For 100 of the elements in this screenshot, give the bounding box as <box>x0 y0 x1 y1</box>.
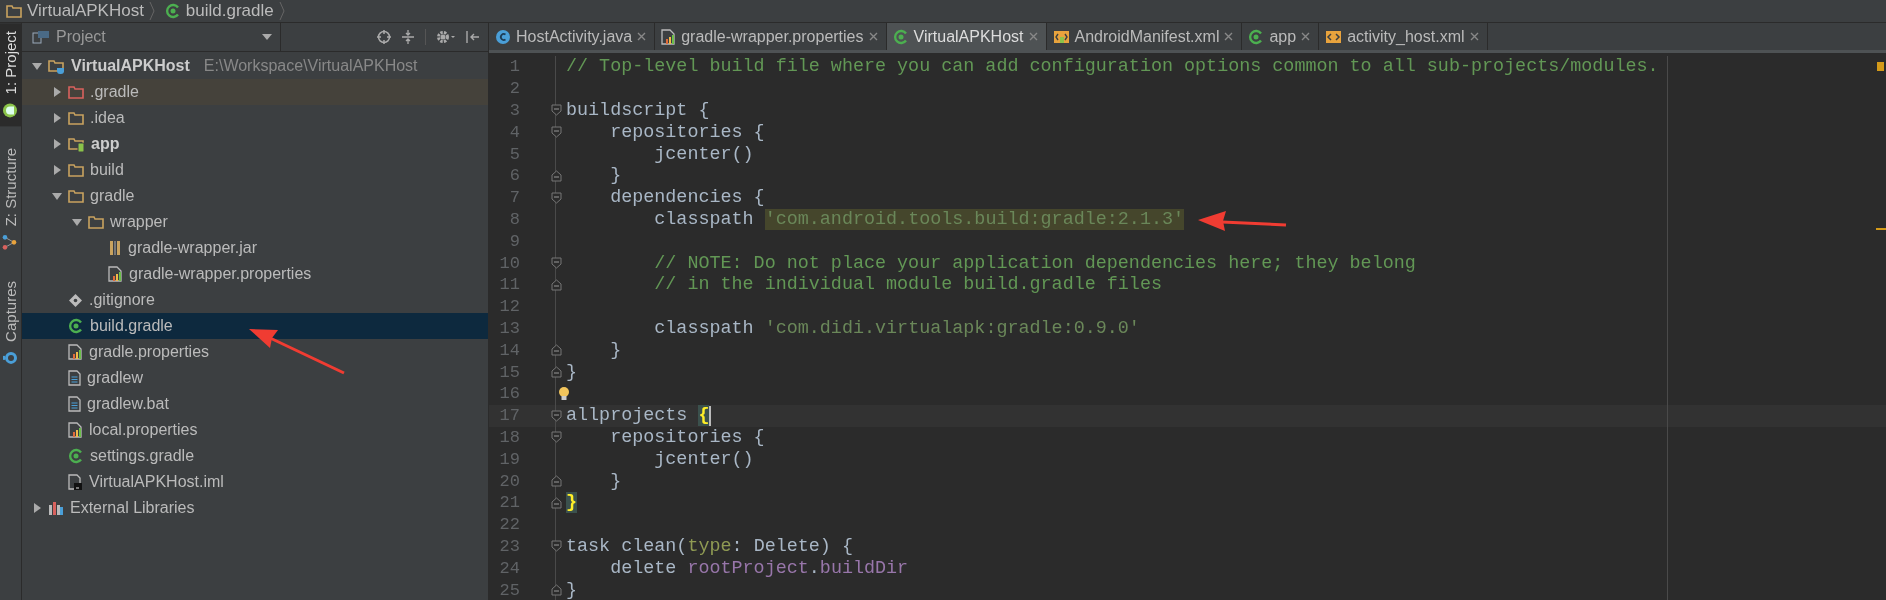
close-icon[interactable] <box>1028 32 1038 41</box>
tree-item[interactable]: gradle <box>22 183 488 209</box>
line-number: 15 <box>498 362 520 382</box>
close-icon[interactable] <box>1224 32 1234 41</box>
tree-item[interactable]: .idea <box>22 105 488 131</box>
code-line: } <box>609 165 622 187</box>
fold-icon[interactable] <box>551 104 562 117</box>
line-number: 24 <box>498 558 520 578</box>
item-label: gradlew.bat <box>87 395 169 413</box>
fold-icon[interactable] <box>551 344 562 357</box>
editor-tab[interactable]: app <box>1242 23 1320 50</box>
line-number: 6 <box>508 166 520 186</box>
breadcrumb-item[interactable]: VirtualAPKHost <box>27 1 144 21</box>
folder-icon <box>68 189 84 203</box>
tree-item[interactable]: .gitignore <box>22 287 488 313</box>
tree-item[interactable]: settings.gradle <box>22 443 488 469</box>
item-label: gradle-wrapper.properties <box>129 265 312 283</box>
android-icon <box>2 102 19 119</box>
fold-icon[interactable] <box>551 278 562 291</box>
item-label: gradle.properties <box>89 343 210 361</box>
properties-file-icon <box>68 422 83 438</box>
code-line: } <box>566 361 578 383</box>
item-label: .gradle <box>90 83 139 101</box>
item-label: gradlew <box>87 369 144 387</box>
line-number: 12 <box>498 297 520 317</box>
tree-item[interactable]: gradle-wrapper.jar <box>22 235 488 261</box>
tree-item[interactable]: wrapper <box>22 209 488 235</box>
gradle-icon <box>164 3 181 19</box>
tool-window-tab[interactable]: Z: Structure <box>0 140 21 259</box>
close-icon[interactable] <box>1301 32 1311 41</box>
editor-tab[interactable]: VirtualAPKHost <box>886 23 1047 50</box>
tree-item[interactable]: gradle-wrapper.properties <box>22 261 488 287</box>
settings-icon[interactable] <box>436 30 456 44</box>
fold-icon[interactable] <box>551 431 562 444</box>
fold-icon[interactable] <box>551 169 562 182</box>
line-number: 11 <box>498 275 520 295</box>
tree-item[interactable]: VirtualAPKHost E:\Workspace\VirtualAPKHost <box>22 53 488 79</box>
gradle-icon <box>892 28 909 45</box>
breadcrumb-item[interactable]: build.gradle <box>185 1 274 21</box>
tree-item[interactable]: gradlew <box>22 365 488 391</box>
folder-icon <box>68 163 84 177</box>
tree-item[interactable]: build.gradle <box>22 313 488 339</box>
tree-item[interactable]: gradlew.bat <box>22 391 488 417</box>
text-file-icon <box>68 396 81 412</box>
folder-icon <box>68 85 84 99</box>
fold-icon[interactable] <box>551 409 562 422</box>
line-number: 18 <box>498 427 520 447</box>
editor-tab[interactable]: HostActivity.java <box>489 23 656 50</box>
git-file-icon <box>68 292 83 308</box>
close-icon[interactable] <box>1469 32 1479 41</box>
editor-tab[interactable]: gradle-wrapper.properties <box>655 23 887 50</box>
fold-icon[interactable] <box>551 191 562 204</box>
separator-icon <box>148 2 155 20</box>
tree-item[interactable]: gradle.properties <box>22 339 488 365</box>
tool-window-tab[interactable]: Captures <box>0 272 21 374</box>
text-caret <box>709 405 712 426</box>
close-icon[interactable] <box>637 32 647 41</box>
fold-icon[interactable] <box>551 496 562 509</box>
line-number: 2 <box>508 79 520 99</box>
properties-file-icon <box>68 344 83 360</box>
target-icon[interactable] <box>377 30 391 44</box>
editor-tab[interactable]: AndroidManifest.xml <box>1046 23 1243 50</box>
line-number: 22 <box>498 515 520 535</box>
line-number: 7 <box>508 188 520 208</box>
code-line: // in the individual module build.gradle files <box>653 274 1162 296</box>
item-label: gradle <box>90 187 135 205</box>
code-line: buildscript { <box>566 100 710 121</box>
gradle-icon <box>1248 28 1265 45</box>
properties-file-icon <box>661 28 677 45</box>
tree-item[interactable]: External Libraries <box>22 495 488 521</box>
item-label: .gitignore <box>89 291 155 309</box>
line-number: 20 <box>498 471 520 491</box>
fold-icon[interactable] <box>551 540 562 553</box>
close-icon[interactable] <box>868 32 878 41</box>
tree-item[interactable]: build <box>22 157 488 183</box>
jar-icon <box>108 240 122 256</box>
fold-icon[interactable] <box>551 257 562 270</box>
fold-icon[interactable] <box>551 126 562 139</box>
code-line: task clean(type: Delete) { <box>566 535 853 557</box>
bulb-icon[interactable] <box>558 385 570 402</box>
tree-item[interactable]: .gradle <box>22 79 488 105</box>
line-number: 10 <box>498 253 520 273</box>
collapse-icon[interactable] <box>401 30 415 44</box>
code-line: // Top-level build file where you can add configuration options common to all sub-projects/modules. <box>566 56 1659 78</box>
line-number: 8 <box>508 209 520 229</box>
fold-icon[interactable] <box>551 584 562 596</box>
dropdown-icon[interactable] <box>262 34 272 40</box>
tool-window-tab[interactable]: 1: Project <box>0 23 21 127</box>
line-number: 25 <box>498 580 520 600</box>
tree-item[interactable]: local.properties <box>22 417 488 443</box>
tree-item[interactable]: VirtualAPKHost.iml <box>22 469 488 495</box>
separator-icon <box>278 2 285 20</box>
line-number: 3 <box>508 101 520 120</box>
code-line: // NOTE: Do not place your application dependencies here; they belong <box>653 252 1416 274</box>
view-selector[interactable]: Project <box>56 28 256 46</box>
fold-icon[interactable] <box>551 475 562 488</box>
hide-icon[interactable] <box>466 30 480 44</box>
fold-icon[interactable] <box>551 366 562 379</box>
tree-item[interactable]: app <box>22 131 488 157</box>
editor-tab[interactable]: activity_host.xml <box>1319 23 1488 50</box>
